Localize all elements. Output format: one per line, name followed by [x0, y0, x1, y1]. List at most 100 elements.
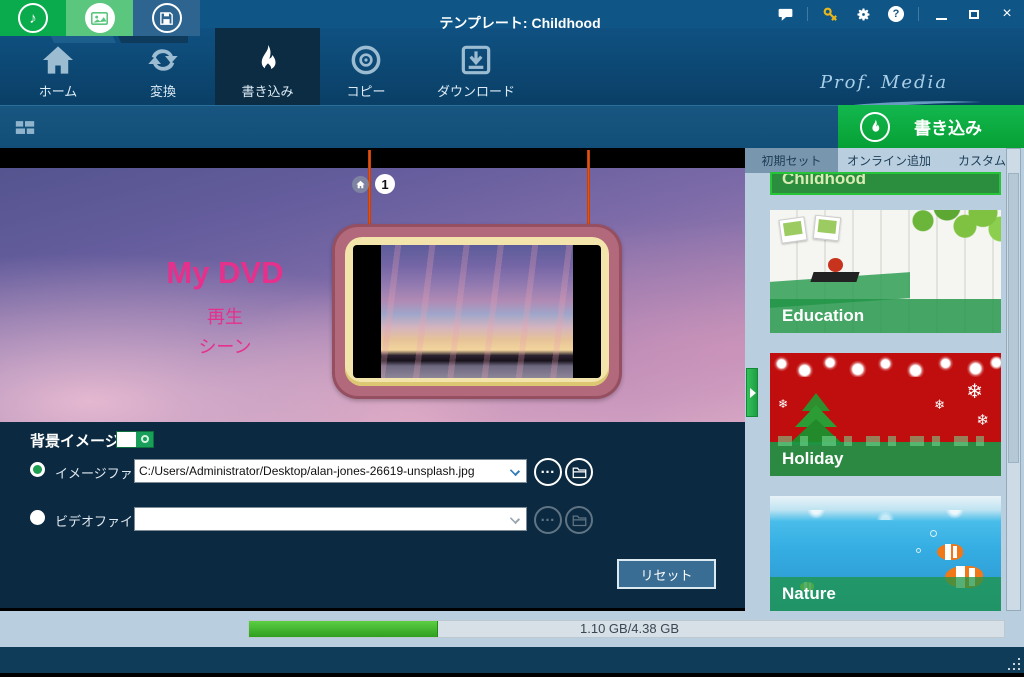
- bg-image-section-label: 背景イメージ: [30, 433, 120, 450]
- burn-flame-icon: [253, 41, 283, 79]
- tab-online-add[interactable]: オンライン追加: [838, 148, 940, 173]
- nav-burn[interactable]: 書き込み: [215, 28, 320, 105]
- home-mini-icon: [356, 180, 365, 189]
- video-file-combobox[interactable]: [134, 507, 527, 531]
- hanging-string-right: [587, 150, 590, 227]
- template-scrollbar[interactable]: [1006, 148, 1021, 611]
- background-settings-panel: 背景イメージ イメージファイル … ビデオファイル … リセット: [0, 422, 745, 608]
- video-file-label: ビデオファイル: [55, 514, 147, 529]
- browse-image-button[interactable]: …: [534, 458, 562, 486]
- burn-flame-circle-icon: [860, 111, 890, 142]
- polaroid-decor: [812, 214, 842, 242]
- polaroid-decor: [778, 216, 808, 244]
- nav-download[interactable]: ダウンロード: [430, 28, 522, 105]
- feedback-bubble-icon[interactable]: [774, 4, 796, 24]
- template-holiday-label: Holiday: [782, 449, 844, 468]
- help-icon[interactable]: ?: [885, 4, 907, 24]
- template-education[interactable]: Education: [770, 210, 1001, 333]
- snowflake-icon: ❄: [778, 397, 789, 411]
- folder-icon: [572, 515, 586, 526]
- picture-icon: [84, 3, 115, 33]
- bg-image-toggle[interactable]: [116, 431, 154, 448]
- template-nature-label: Nature: [770, 577, 1001, 611]
- tv-screen: [353, 245, 601, 378]
- chevron-down-icon: [509, 513, 521, 525]
- dvd-menu-play-item[interactable]: 再生: [170, 303, 280, 329]
- register-key-icon[interactable]: [819, 4, 841, 24]
- template-childhood-label: Childhood: [772, 174, 999, 193]
- nav-home-label: ホーム: [38, 84, 78, 99]
- wave-decor: [770, 510, 1001, 520]
- nav-download-label: ダウンロード: [436, 84, 515, 99]
- chevron-down-icon[interactable]: [509, 465, 521, 477]
- snowflake-icon: ❄: [934, 397, 945, 412]
- video-still: [381, 245, 573, 378]
- bubble-decor: [930, 530, 937, 537]
- divider: [807, 7, 808, 21]
- snowflake-icon: ❄: [976, 412, 989, 429]
- background-image-button[interactable]: [66, 0, 133, 36]
- template-tabs: 初期セット オンライン追加 カスタム: [745, 148, 1024, 173]
- nav-burn-label: 書き込み: [241, 84, 294, 99]
- scrollbar-thumb[interactable]: [1008, 173, 1019, 463]
- leaves-decor: [893, 210, 1001, 251]
- open-image-folder-button[interactable]: [565, 458, 593, 486]
- background-music-button[interactable]: ♪: [0, 0, 66, 36]
- tv-frame-thumbnail[interactable]: [332, 224, 622, 399]
- video-file-input[interactable]: [135, 508, 503, 530]
- toggle-knob: [117, 432, 136, 447]
- radio-selected-dot: [33, 465, 42, 474]
- image-file-input[interactable]: [135, 460, 503, 482]
- resize-grip[interactable]: [1008, 658, 1022, 672]
- home-icon: [41, 41, 75, 79]
- settings-gear-icon[interactable]: [852, 4, 874, 24]
- music-note-icon: ♪: [18, 3, 48, 33]
- sidebar-collapse-handle[interactable]: [746, 368, 758, 417]
- menu-home-badge[interactable]: [352, 176, 369, 193]
- minimize-button[interactable]: [930, 4, 952, 24]
- string-lights-decor: [770, 355, 1001, 377]
- video-file-radio[interactable]: [30, 510, 45, 525]
- bottom-edge: [0, 673, 1024, 677]
- arrow-right-icon: [750, 388, 756, 398]
- template-education-label: Education: [770, 299, 1001, 333]
- toggle-on-ring: [141, 435, 149, 443]
- burn-action-button[interactable]: 書き込み: [838, 105, 1024, 148]
- reset-button[interactable]: リセット: [617, 559, 716, 589]
- bubble-decor: [916, 548, 921, 553]
- maximize-button[interactable]: [963, 4, 985, 24]
- tv-frame-inner: [345, 237, 609, 386]
- layout-grid-icon[interactable]: [8, 113, 42, 142]
- save-template-button[interactable]: [133, 0, 200, 36]
- snowflake-icon: ❄: [966, 381, 983, 403]
- disc-capacity-text: 1.10 GB/4.38 GB: [580, 621, 680, 636]
- dvd-menu-scene-item[interactable]: シーン: [170, 333, 280, 359]
- template-nature[interactable]: Nature: [770, 496, 1001, 611]
- close-button[interactable]: ×: [996, 4, 1018, 24]
- floppy-disk-icon: [151, 3, 182, 33]
- nav-copy-label: コピー: [346, 84, 386, 99]
- open-video-folder-button-disabled: [565, 506, 593, 534]
- convert-refresh-icon: [147, 41, 179, 79]
- chapter-number-badge[interactable]: 1: [375, 174, 395, 194]
- tab-default-set[interactable]: 初期セット: [745, 148, 838, 173]
- image-file-radio[interactable]: [30, 462, 45, 477]
- download-icon: [460, 41, 492, 79]
- nav-convert-label: 変換: [149, 84, 176, 99]
- preview-letterbox-top: [0, 148, 745, 168]
- burn-action-label: 書き込み: [914, 119, 982, 138]
- template-title: テンプレート: Childhood: [439, 15, 601, 31]
- clownfish-decor: [937, 544, 963, 560]
- template-childhood[interactable]: Childhood: [770, 172, 1001, 195]
- browse-video-button-disabled: …: [534, 506, 562, 534]
- image-file-combobox[interactable]: [134, 459, 527, 483]
- dvd-menu-title[interactable]: My DVD: [150, 255, 300, 291]
- disc-icon: [350, 41, 382, 79]
- app-window: Leawo Prof. Media ? × ホーム: [0, 0, 1024, 677]
- disc-capacity-fill: [249, 621, 438, 637]
- nav-copy[interactable]: コピー: [330, 28, 402, 105]
- brand-script-logo: Prof. Media: [819, 72, 949, 93]
- footer-bar: [0, 647, 1024, 673]
- hanging-string-left: [368, 150, 371, 227]
- template-holiday[interactable]: ❄ ❄ ❄ ❄ Holiday: [770, 353, 1001, 476]
